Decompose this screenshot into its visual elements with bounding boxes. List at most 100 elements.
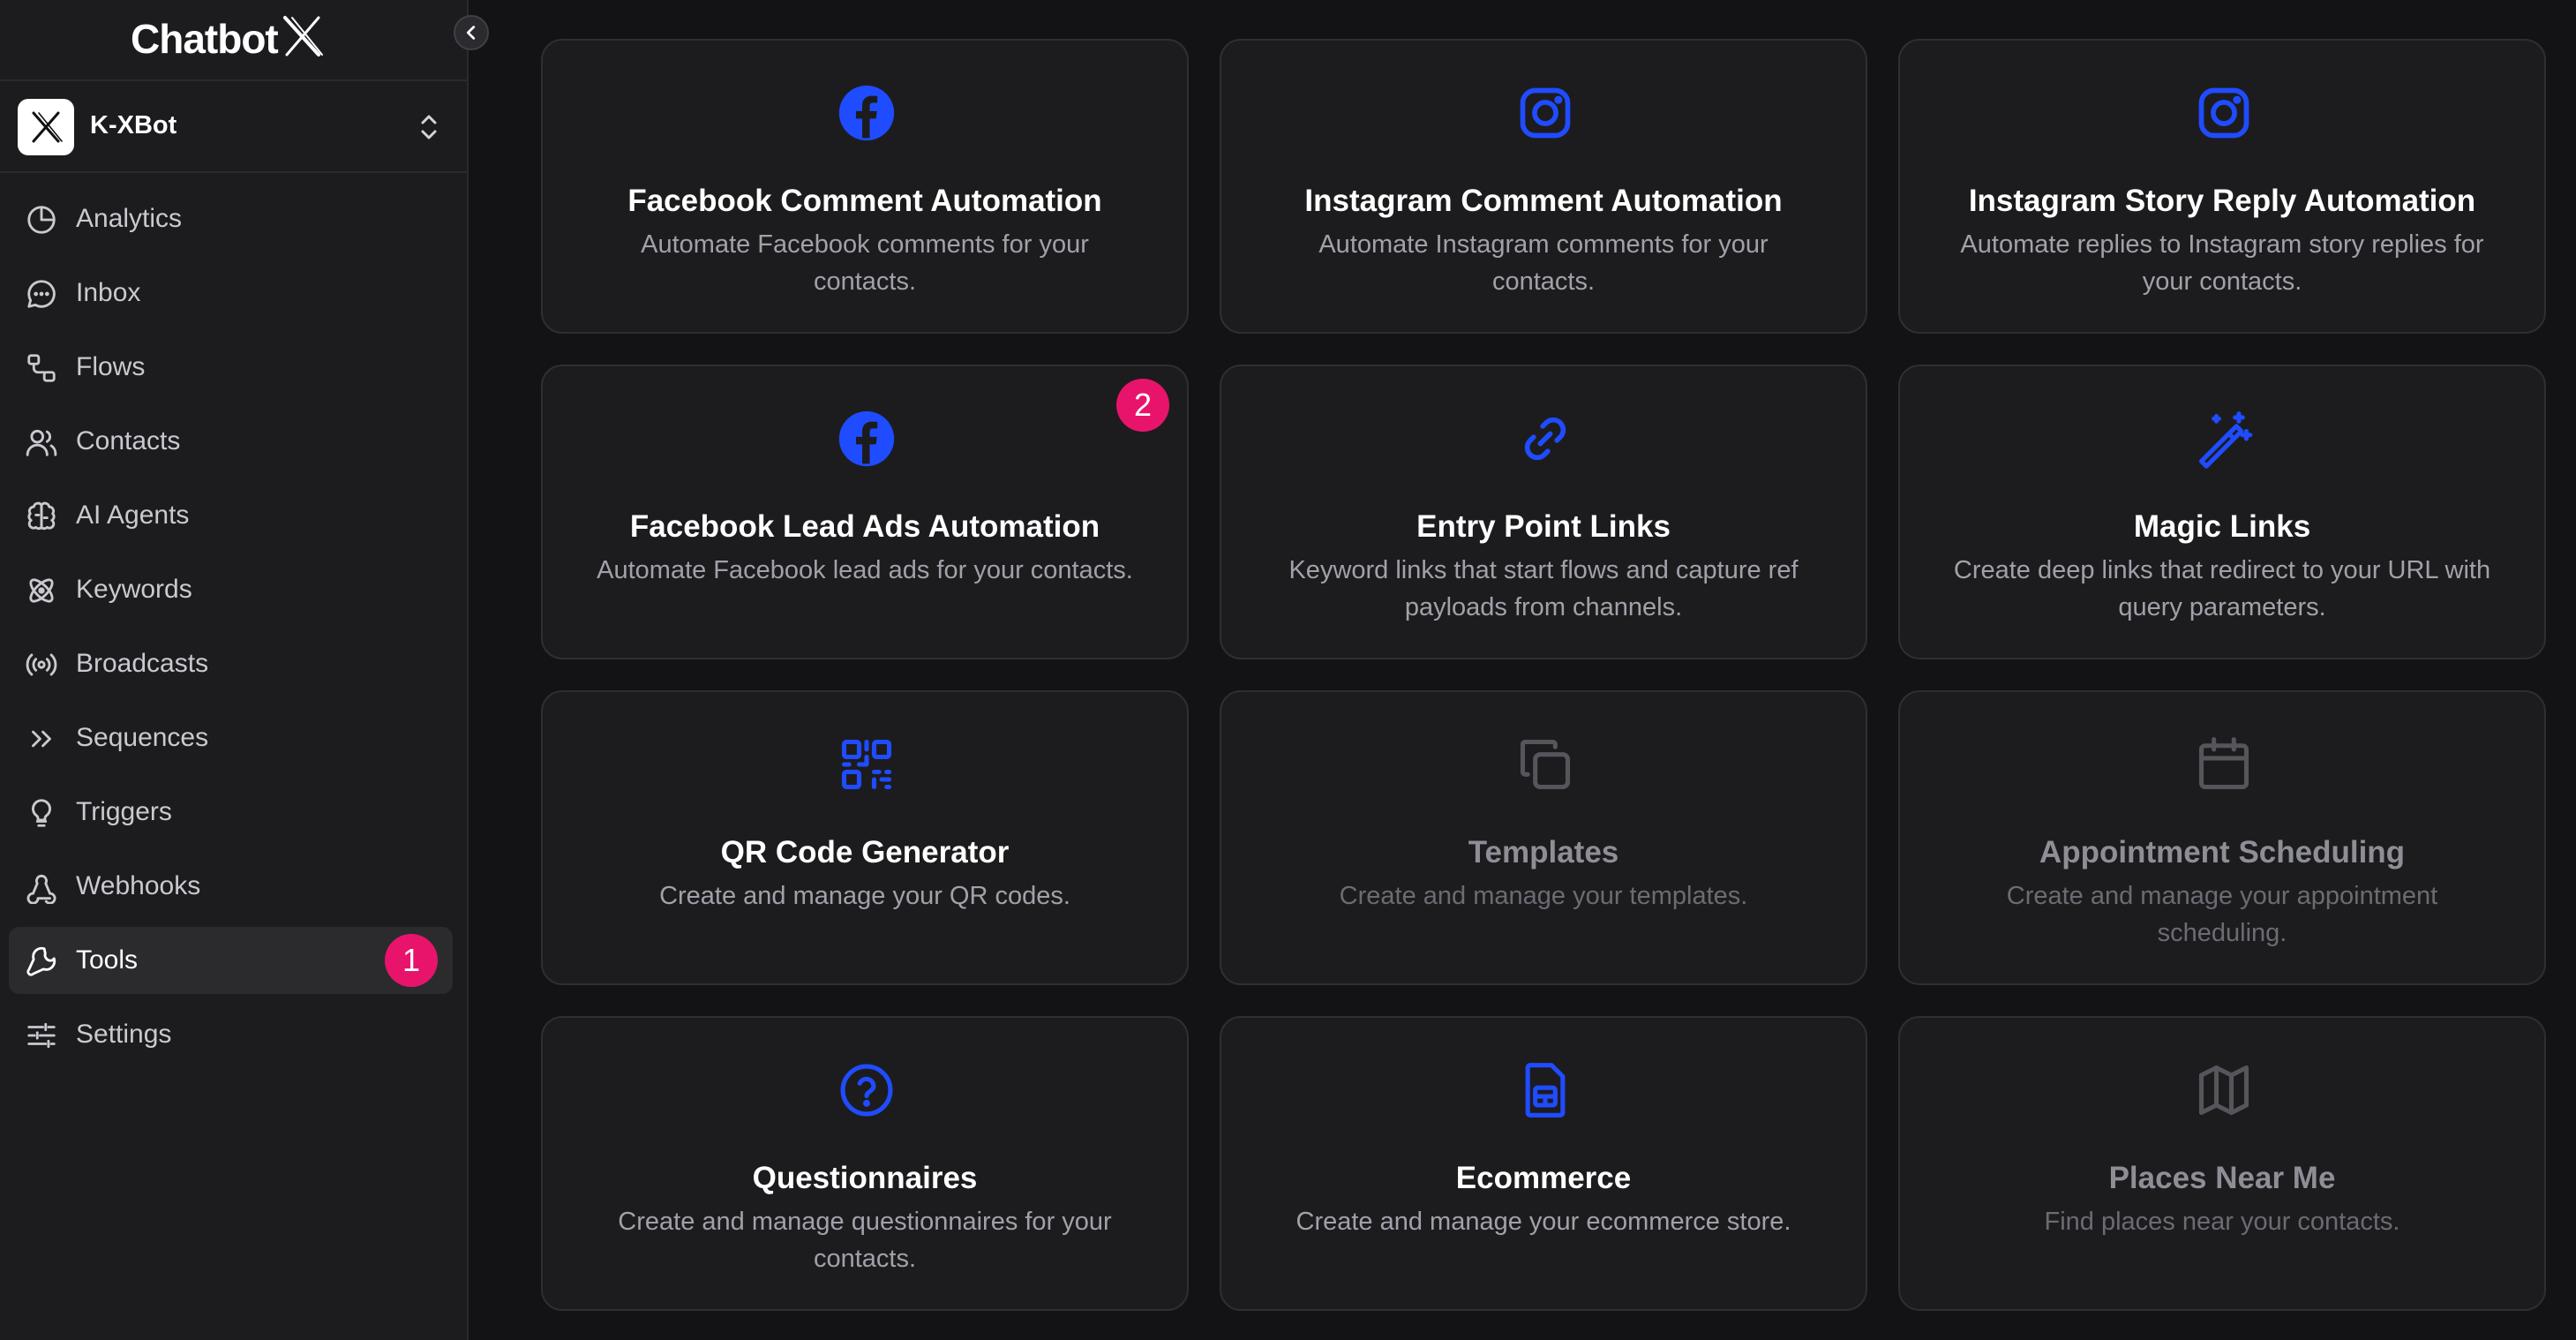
sidebar-item-inbox[interactable]: Inbox [9,260,453,327]
app-logo-text: Chatbot [131,16,279,62]
workspace-x-icon [32,111,63,143]
tool-card-description: Automate Facebook lead ads for your cont… [597,556,1133,584]
sidebar-item-analytics[interactable]: Analytics [9,185,453,252]
tool-card-description: Create and manage your ecommerce store. [1296,1208,1791,1236]
sidebar-item-label: Flows [76,352,146,381]
instagram-icon [1520,87,1571,139]
tool-card-title: Ecommerce [1455,1161,1632,1195]
tool-card-instagram-comment[interactable]: Instagram Comment Automation Automate In… [1220,39,1867,334]
magic-wand-icon [2198,411,2253,469]
sidebar-item-ai-agents[interactable]: AI Agents [9,482,453,549]
tool-card-ecommerce[interactable]: Ecommerce Create and manage your ecommer… [1220,1016,1867,1311]
users-icon [26,429,57,456]
workspace-name: K-XBot [90,111,177,139]
tool-card-title: Facebook Comment Automation [627,184,1102,218]
chevron-up-down-icon [421,115,437,139]
sidebar-item-label: Webhooks [76,871,201,900]
sidebar-item-label: Tools [76,945,139,975]
sidebar-item-webhooks[interactable]: Webhooks [9,853,453,920]
tool-card-description: Create and manage your templates. [1339,882,1748,910]
tool-card-description: Create deep links that redirect to your … [1953,556,2491,621]
app: Chatbot K-XBot Analytics Inbox Flows Con… [0,0,2576,1340]
brain-icon [27,501,56,531]
tool-card-title: Questionnaires [752,1161,978,1195]
tool-card-title: Templates [1468,835,1619,869]
workspace-avatar [18,99,74,155]
pie-chart-icon [27,206,56,234]
sidebar-item-label: Keywords [76,575,192,604]
lightbulb-icon [32,799,51,827]
facebook-icon [838,410,895,467]
copy-icon [1520,739,1571,790]
tool-card-description: Automate replies to Instagram story repl… [1960,230,2484,296]
tool-card-description: Find places near your contacts. [2044,1208,2400,1236]
sidebar-item-label: Sequences [76,723,209,752]
tool-card-title: Instagram Comment Automation [1304,184,1783,218]
tool-card-title: Instagram Story Reply Automation [1968,184,2476,218]
sidebar-item-label: Settings [76,1020,172,1049]
app-logo: Chatbot [131,12,326,65]
sidebar: Chatbot K-XBot Analytics Inbox Flows Con… [0,0,489,1340]
tools-grid: Facebook Comment Automation Automate Fac… [469,0,2576,1340]
sidebar-item-contacts[interactable]: Contacts [9,408,453,475]
facebook-icon [838,85,895,141]
tool-card-appointment-scheduling[interactable]: Appointment Scheduling Create and manage… [1898,690,2546,985]
tool-card-magic-links[interactable]: Magic Links Create deep links that redir… [1898,365,2546,659]
tool-card-description: Create and manage your QR codes. [659,882,1070,910]
sidebar-item-broadcasts[interactable]: Broadcasts [9,630,453,697]
logo-x-icon [282,16,323,56]
sidebar-item-label: Contacts [76,426,181,455]
sidebar-item-keywords[interactable]: Keywords [9,556,453,623]
sidebar-item-flows[interactable]: Flows [9,334,453,401]
tool-card-qr-code-generator[interactable]: QR Code Generator Create and manage your… [541,690,1189,985]
tool-card-places-near-me[interactable]: Places Near Me Find places near your con… [1898,1016,2546,1311]
instagram-icon [2198,87,2249,139]
chevron-left-icon [466,26,476,40]
tool-card-templates[interactable]: Templates Create and manage your templat… [1220,690,1867,985]
tool-card-title: Entry Point Links [1416,509,1671,544]
sidebar-item-label: AI Agents [76,501,190,530]
double-chevron-right-icon [32,730,51,748]
sidebar-item-label: Inbox [76,278,141,307]
tool-card-description: Create and manage questionnaires for you… [618,1208,1112,1273]
tool-card-title: Appointment Scheduling [2039,835,2406,869]
question-circle-icon [840,1064,893,1117]
tool-card-title: Places Near Me [2108,1161,2336,1195]
map-icon [2198,1065,2249,1116]
sidebar-item-settings[interactable]: Settings [9,1001,453,1068]
tool-card-description: Automate Instagram comments for your con… [1318,230,1769,296]
sidebar-item-triggers[interactable]: Triggers [9,779,453,846]
sidebar-item-label: Broadcasts [76,649,209,678]
tool-card-instagram-story-reply[interactable]: Instagram Story Reply Automation Automat… [1898,39,2546,334]
tool-card-description: Create and manage your appointment sched… [2006,882,2438,947]
tool-card-title: QR Code Generator [720,835,1010,869]
brand-header: Chatbot [0,0,469,81]
tool-card-questionnaires[interactable]: Questionnaires Create and manage questio… [541,1016,1189,1311]
chat-bubble-icon [27,280,56,308]
tool-card-description: Keyword links that start flows and captu… [1288,556,1799,621]
tool-card-title: Magic Links [2133,509,2311,544]
flow-icon [27,354,56,382]
sidebar-item-sequences[interactable]: Sequences [9,704,453,772]
tool-card-title: Facebook Lead Ads Automation [629,509,1100,544]
wrench-icon [26,946,56,976]
sliders-icon [27,1022,56,1049]
link-icon [1524,417,1566,461]
tool-card-facebook-comment[interactable]: Facebook Comment Automation Automate Fac… [541,39,1189,334]
store-icon [1525,1063,1566,1118]
tool-card-description: Automate Facebook comments for your cont… [641,230,1089,296]
tool-card-facebook-lead-ads[interactable]: Facebook Lead Ads Automation Automate Fa… [541,365,1189,659]
step-badge: 1 [385,934,438,987]
collapse-sidebar-button[interactable] [454,15,489,50]
qr-code-icon [841,739,892,790]
calendar-icon [2198,737,2249,790]
sidebar-item-tools[interactable]: Tools 1 [9,927,453,994]
atom-icon [29,578,54,603]
sidebar-item-label: Analytics [76,204,183,233]
broadcast-icon [26,653,57,676]
step-badge: 2 [1116,379,1169,432]
workspace-switcher[interactable]: K-XBot [0,81,469,173]
webhook-icon [26,874,56,904]
tool-card-entry-point-links[interactable]: Entry Point Links Keyword links that sta… [1220,365,1867,659]
sidebar-item-label: Triggers [76,797,172,826]
